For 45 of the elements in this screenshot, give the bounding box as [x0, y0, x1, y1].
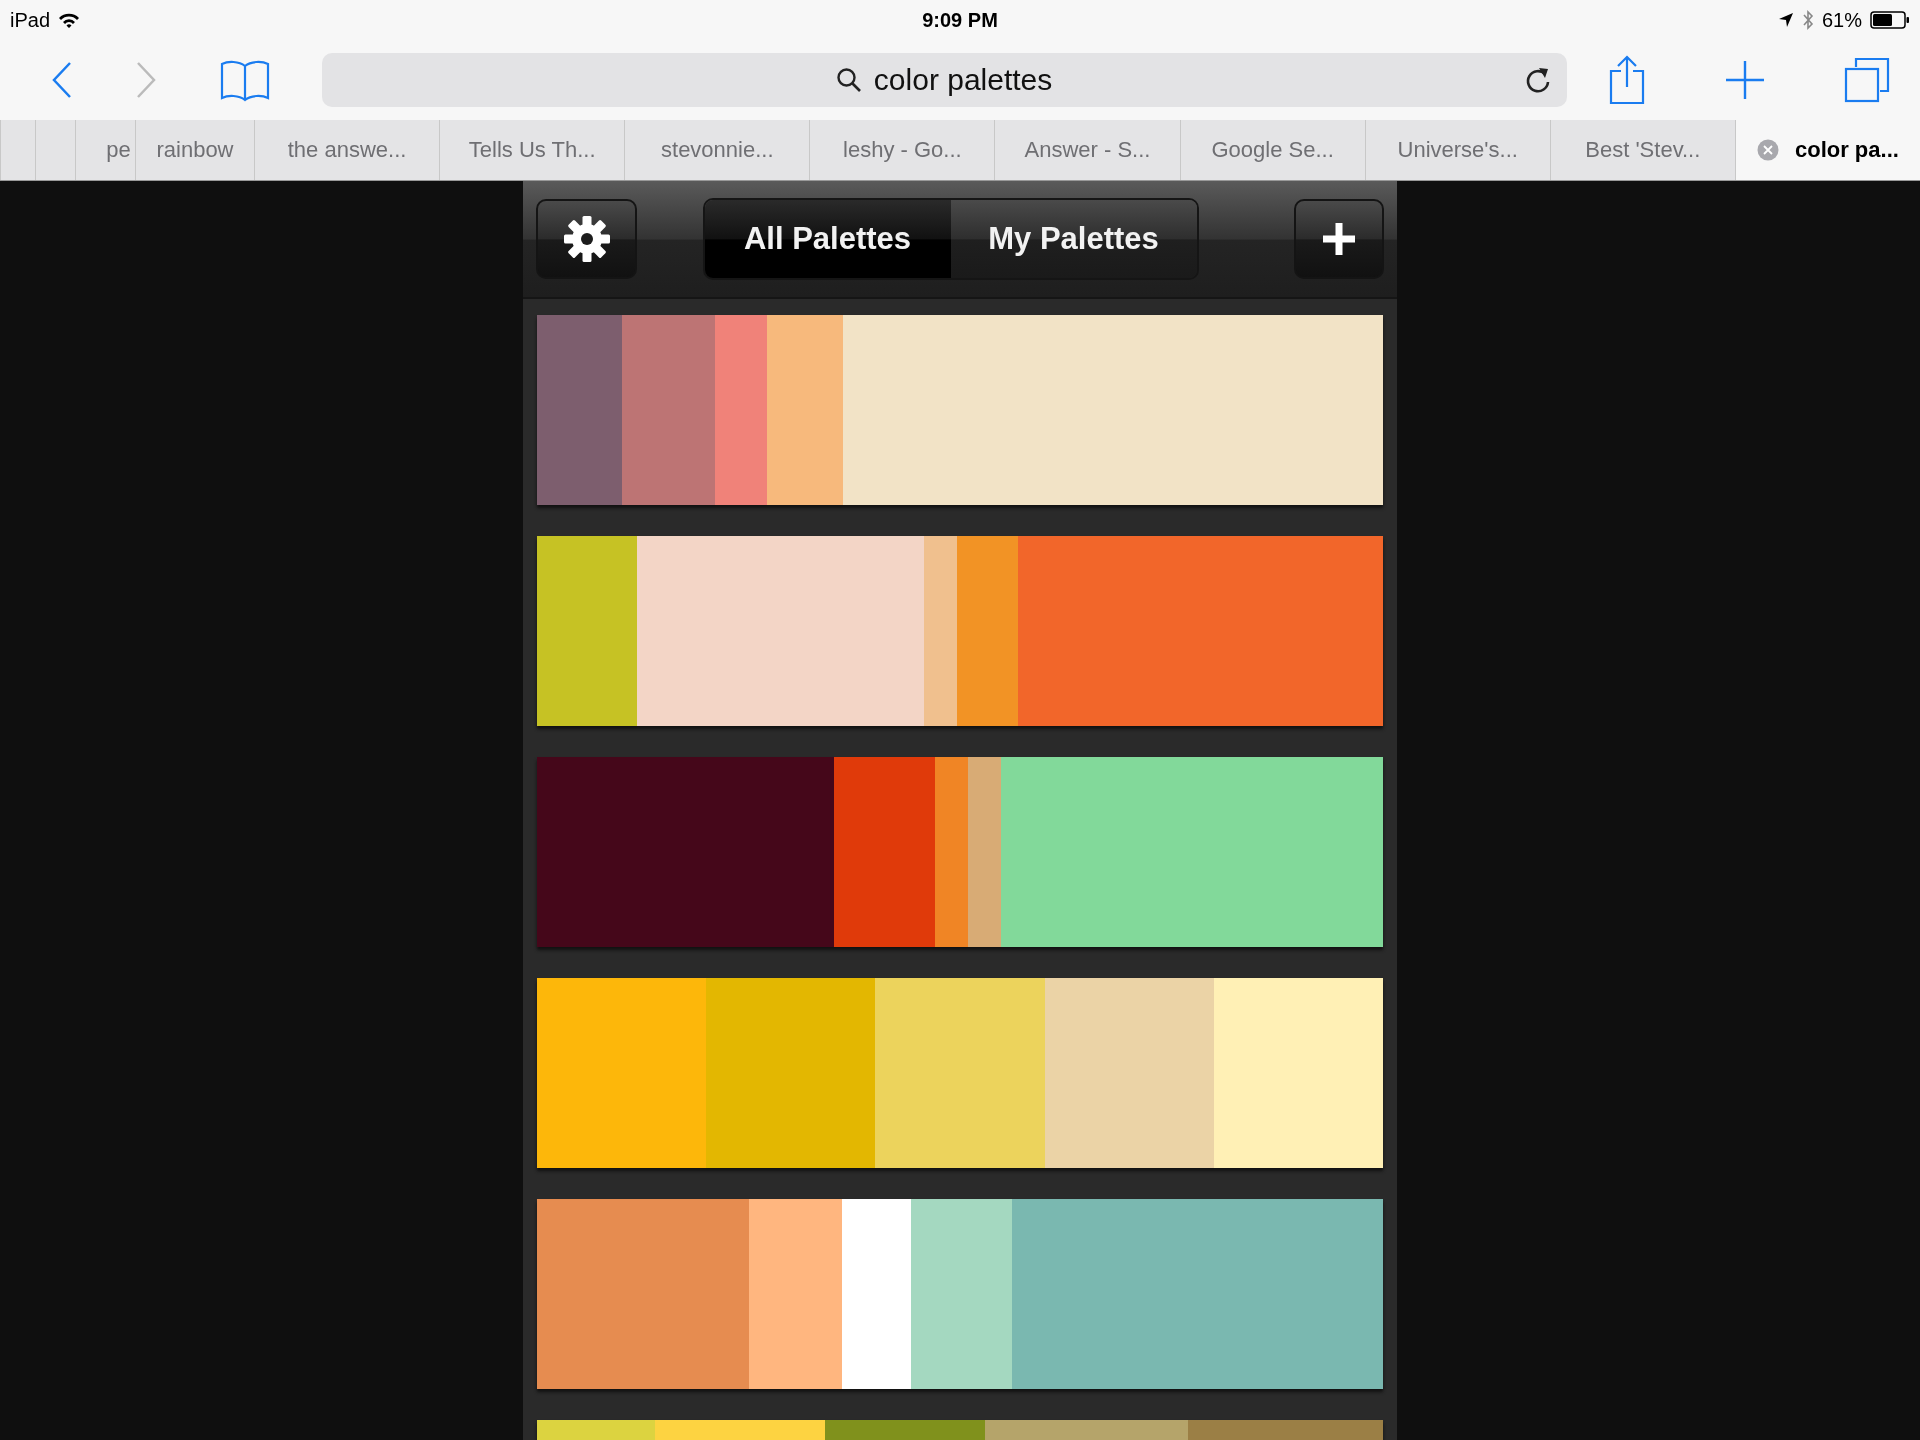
browser-tab[interactable]: the answe... [254, 120, 440, 180]
segment-tab[interactable]: All Palettes [704, 200, 951, 278]
palette-strip[interactable] [537, 315, 1383, 505]
browser-tab[interactable]: Universe's... [1364, 120, 1550, 180]
tab-title: leshy - Go... [843, 137, 962, 163]
battery-icon [1870, 10, 1910, 30]
tab-title: Universe's... [1397, 137, 1518, 163]
tab-title: stevonnie... [661, 137, 774, 163]
browser-tab[interactable]: stevonnie... [624, 120, 810, 180]
book-icon[interactable] [218, 58, 271, 102]
location-arrow-icon [1777, 12, 1794, 28]
tab-title: pe [106, 137, 131, 163]
tab-title: color pa... [1794, 137, 1899, 163]
settings-button[interactable] [536, 199, 637, 279]
tab-title: Google Se... [1211, 137, 1334, 163]
address-bar[interactable]: color palettes [321, 53, 1567, 107]
bluetooth-icon [1801, 10, 1814, 30]
device-name: iPad [10, 8, 51, 32]
tab-title: Tells Us Th... [468, 137, 596, 163]
tab-title: the answe... [287, 137, 407, 163]
wifi-icon [58, 12, 81, 28]
tab-title: Answer - S... [1024, 137, 1151, 163]
address-text: color palettes [873, 63, 1053, 97]
tab-title: Best 'Stev... [1585, 137, 1701, 163]
browser-tab[interactable]: Google Se... [1179, 120, 1365, 180]
tabs-icon[interactable] [1844, 57, 1890, 103]
segment-tab[interactable]: My Palettes [950, 200, 1197, 278]
browser-tab[interactable]: rainbow [135, 120, 254, 180]
tab-title: rainbow [156, 137, 234, 163]
browser-tab[interactable]: color pa... [1734, 120, 1920, 180]
browser-tab[interactable]: leshy - Go... [809, 120, 995, 180]
add-button[interactable] [1294, 199, 1384, 279]
search-icon [835, 67, 862, 93]
back-chevron-icon[interactable] [50, 61, 73, 99]
browser-tab[interactable]: Tells Us Th... [439, 120, 625, 180]
browser-tab[interactable]: pe [75, 120, 135, 180]
palette-strip[interactable] [537, 757, 1383, 947]
browser-tab[interactable]: Answer - S... [994, 120, 1180, 180]
settings-icon [562, 215, 611, 263]
browser-tab[interactable]: Best 'Stev... [1549, 120, 1735, 180]
plus-icon [1320, 220, 1358, 258]
clock-time: 9:09 PM [922, 8, 998, 32]
close-icon[interactable] [1756, 139, 1779, 161]
battery-percentage: 61% [1821, 8, 1862, 32]
plus-icon[interactable] [1724, 59, 1767, 101]
